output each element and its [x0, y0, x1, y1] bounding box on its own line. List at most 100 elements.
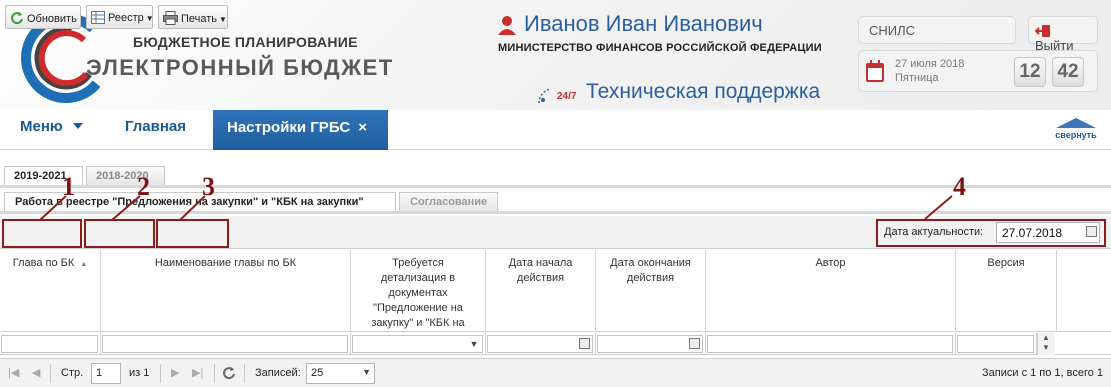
calendar-trigger-icon[interactable]: [689, 338, 700, 349]
filter-version: [956, 333, 1037, 355]
filter-author: [706, 333, 956, 355]
support-link[interactable]: Техническая поддержка: [586, 80, 820, 104]
collapse-label: свернуть: [1055, 130, 1097, 140]
tab-grbs-settings[interactable]: Настройки ГРБС ×: [213, 110, 388, 150]
column-header-chapter-label: Глава по БК: [12, 257, 75, 269]
filter-row: ▼: [0, 333, 1111, 355]
records-summary: Записи с 1 по 1, всего 1: [982, 367, 1104, 379]
chevron-down-icon: ▼: [145, 14, 154, 23]
first-page-icon[interactable]: |◀: [8, 366, 19, 379]
user-icon: [498, 16, 516, 35]
filter-author-input[interactable]: [707, 335, 953, 353]
separator: [214, 364, 215, 383]
print-label: Печать: [181, 13, 218, 25]
column-header-chapter-name[interactable]: Наименование главы по БК: [101, 250, 351, 332]
column-header-chapter[interactable]: Глава по БК ▲: [0, 250, 101, 332]
column-header-author[interactable]: Автор: [706, 250, 956, 332]
filter-detailing-select[interactable]: ▼: [352, 335, 483, 353]
table-icon: [91, 11, 105, 24]
print-icon: [163, 11, 178, 25]
user-name[interactable]: Иванов Иван Иванович: [524, 11, 763, 37]
chevron-down-icon[interactable]: ▼: [362, 367, 371, 377]
callout-box-4: [876, 219, 1106, 247]
print-button[interactable]: Печать ▼: [158, 5, 228, 29]
registry-button[interactable]: Реестр ▼: [86, 5, 154, 29]
separator: [244, 364, 245, 383]
tab-strip-divider: [0, 185, 1111, 188]
calendar-trigger-icon[interactable]: [579, 338, 590, 349]
records-per-page-value: 25: [311, 367, 324, 379]
current-weekday: Пятница: [895, 72, 939, 84]
callout-box-2: [84, 219, 155, 248]
snils-field[interactable]: СНИЛС: [858, 16, 1016, 44]
chevron-down-icon: [72, 123, 83, 129]
current-date: 27 июля 2018: [895, 58, 965, 70]
scroll-down-icon[interactable]: ▼: [1042, 343, 1050, 352]
chevron-down-icon: ▼: [219, 15, 227, 24]
clock-hours: 12: [1014, 57, 1046, 87]
filter-version-input[interactable]: [957, 335, 1034, 353]
page-count: из 1: [129, 367, 150, 379]
callout-number-4: 4: [953, 172, 966, 201]
filter-chapter: [0, 333, 101, 355]
column-header-start-date[interactable]: Дата начала действия: [486, 250, 596, 332]
tab-year-2018-2020[interactable]: 2018-2020: [86, 166, 165, 186]
page-label: Стр.: [61, 367, 84, 379]
collapse-icon: [1056, 118, 1096, 128]
chevron-down-icon[interactable]: ▼: [467, 337, 481, 351]
prev-page-icon[interactable]: ◀: [32, 366, 40, 379]
logout-button[interactable]: Выйти: [1028, 16, 1098, 53]
refresh-button[interactable]: Обновить: [5, 5, 81, 29]
logout-icon: [1034, 25, 1050, 37]
filter-chapter-name: [101, 333, 351, 355]
refresh-label: Обновить: [27, 13, 77, 25]
column-header-version[interactable]: Версия: [956, 250, 1057, 332]
clock-minutes: 42: [1052, 57, 1084, 87]
column-header-end-date[interactable]: Дата окончания действия: [596, 250, 706, 332]
filter-start-date-input[interactable]: [487, 335, 593, 353]
callout-number-1: 1: [62, 172, 75, 201]
ministry-name: МИНИСТЕРСТВО ФИНАНСОВ РОССИЙСКОЙ ФЕДЕРАЦ…: [498, 42, 822, 54]
refresh-icon[interactable]: [222, 366, 236, 380]
separator: [160, 364, 161, 383]
page-number-input[interactable]: 1: [91, 363, 121, 384]
sort-asc-icon: ▲: [80, 261, 88, 268]
calendar-icon: [866, 60, 884, 82]
last-page-icon[interactable]: ▶|: [192, 366, 203, 379]
collapse-button[interactable]: свернуть: [1050, 116, 1102, 140]
tab-approval[interactable]: Согласование: [399, 192, 498, 212]
main-nav: Меню Главная Настройки ГРБС × свернуть: [0, 110, 1111, 150]
logo-title-line1: БЮДЖЕТНОЕ ПЛАНИРОВАНИЕ: [133, 34, 358, 50]
filter-end-date: [596, 333, 706, 355]
nav-menu[interactable]: Меню: [20, 118, 83, 135]
close-icon[interactable]: ×: [358, 119, 367, 136]
filter-chapter-input[interactable]: [1, 335, 98, 353]
subtab-strip-divider: [0, 211, 1111, 214]
callout-box-1: [2, 219, 82, 248]
separator: [50, 364, 51, 383]
callout-number-3: 3: [202, 172, 215, 201]
tab-grbs-settings-label: Настройки ГРБС: [227, 119, 351, 136]
next-page-icon[interactable]: ▶: [171, 366, 179, 379]
nav-home[interactable]: Главная: [125, 118, 186, 135]
registry-label: Реестр: [108, 12, 144, 24]
column-header-detailing[interactable]: Требуется детализация в документах "Пред…: [351, 250, 486, 344]
support-badge: 24/7: [557, 91, 577, 102]
date-time-panel: 27 июля 2018 Пятница 12 42: [858, 50, 1098, 92]
paging-toolbar: |◀ ◀ Стр. 1 из 1 ▶ ▶| Записей: 25 ▼ Запи…: [0, 358, 1111, 387]
grid-header: Глава по БК ▲ Наименование главы по БК Т…: [0, 250, 1111, 344]
records-per-page-select[interactable]: 25 ▼: [306, 363, 375, 384]
callout-number-2: 2: [137, 172, 150, 201]
vertical-scrollbar[interactable]: ▲ ▼: [1037, 333, 1055, 355]
filter-end-date-input[interactable]: [597, 335, 703, 353]
filter-chapter-name-input[interactable]: [102, 335, 348, 353]
refresh-icon: [11, 12, 23, 25]
records-label: Записей:: [255, 367, 301, 379]
nav-menu-label: Меню: [20, 118, 63, 135]
filter-start-date: [486, 333, 596, 355]
logo-title-line2: ЭЛЕКТРОННЫЙ БЮДЖЕТ: [86, 55, 394, 80]
filter-detailing: ▼: [351, 333, 486, 355]
scroll-up-icon[interactable]: ▲: [1042, 333, 1050, 342]
callout-box-3: [156, 219, 229, 248]
support-icon: 24/7: [538, 88, 577, 104]
